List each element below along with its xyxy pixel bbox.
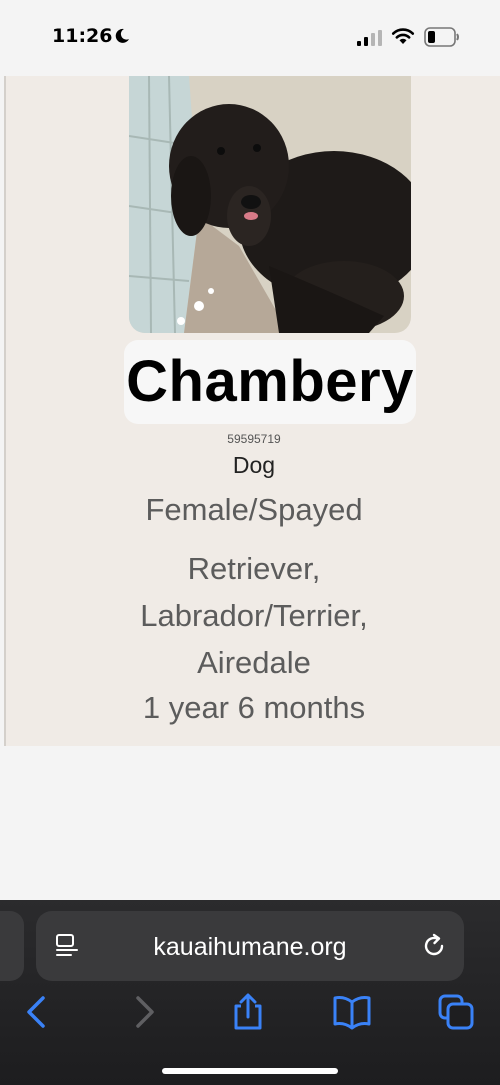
pet-breed-line: Labrador/Terrier,: [140, 598, 368, 633]
pet-age: 1 year 6 months: [142, 690, 366, 725]
battery-icon: [424, 27, 459, 47]
browser-toolbar: kauaihumane.org: [0, 900, 500, 1085]
status-time: 11:26: [52, 25, 113, 47]
share-icon[interactable]: [228, 992, 268, 1032]
pet-name: Chambery: [126, 349, 414, 414]
reload-icon[interactable]: [420, 932, 448, 960]
pet-species: Dog: [232, 452, 276, 478]
pet-breed-line: Airedale: [197, 645, 311, 680]
signal-icon: [357, 30, 382, 46]
back-icon[interactable]: [17, 992, 57, 1032]
address-bar[interactable]: kauaihumane.org: [36, 911, 464, 981]
wifi-icon: [391, 28, 415, 44]
pet-breed-line: Retriever,: [187, 551, 321, 586]
pet-photo: [129, 76, 411, 333]
forward-icon[interactable]: [124, 992, 164, 1032]
tabs-icon[interactable]: [436, 992, 476, 1032]
pet-breed: Retriever, Labrador/Terrier, Airedale: [6, 545, 500, 686]
pet-name-box: Chambery: [124, 340, 416, 424]
moon-icon: [115, 28, 129, 43]
bookmarks-icon[interactable]: [332, 992, 372, 1032]
url-text[interactable]: kauaihumane.org: [36, 933, 464, 962]
pet-card: Chambery 59595719 Dog Female/Spayed Retr…: [4, 76, 500, 746]
status-bar: 11:26: [0, 0, 500, 76]
pet-id: 59595719: [227, 432, 281, 446]
previous-tab-preview[interactable]: [0, 911, 24, 981]
home-indicator[interactable]: [162, 1068, 338, 1074]
pet-sex: Female/Spayed: [145, 492, 363, 527]
